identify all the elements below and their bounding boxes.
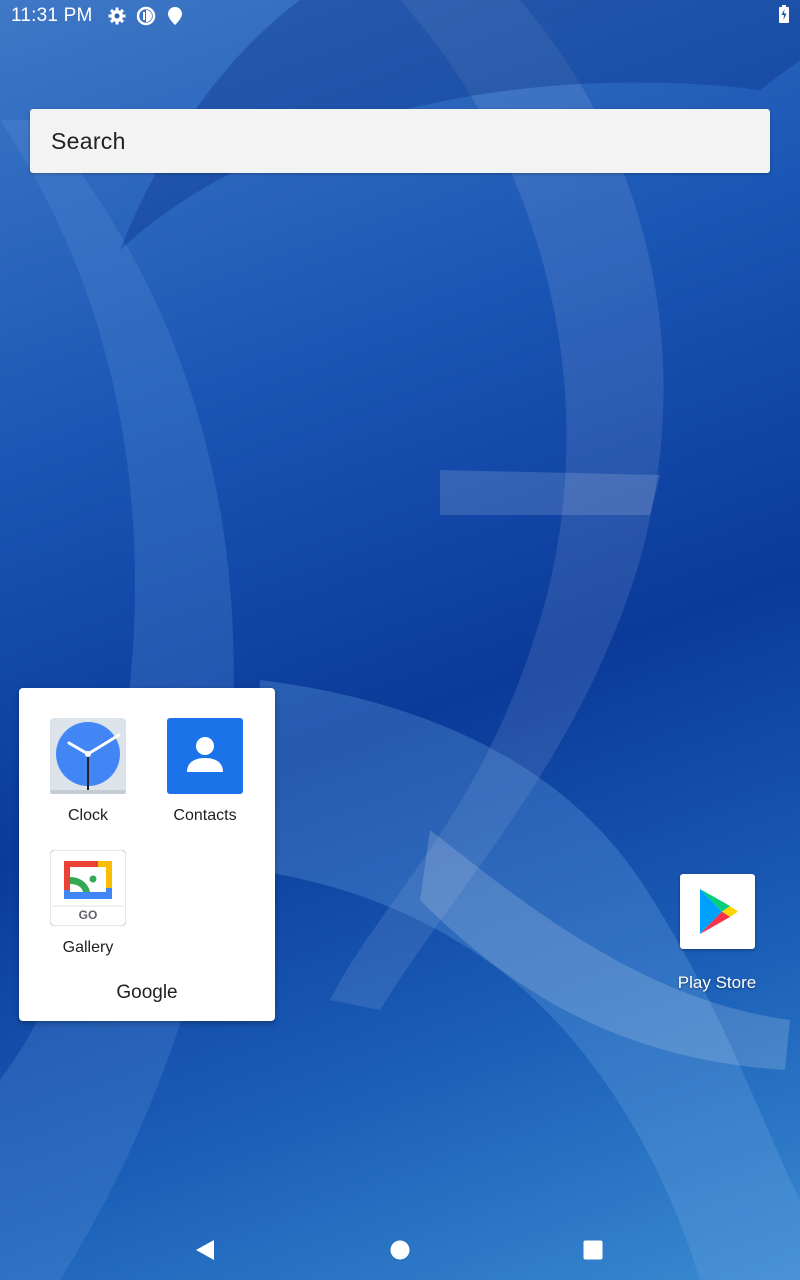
gallery-app[interactable]: GO Gallery [33, 850, 143, 970]
navigation-bar [0, 1220, 800, 1280]
play-store-tile [680, 874, 755, 949]
gallery-go-badge: GO [79, 908, 98, 922]
clock-icon [50, 718, 126, 794]
status-bar: 11:31 PM [0, 0, 800, 32]
data-saver-icon [136, 6, 156, 26]
clock-label: Clock [67, 807, 108, 824]
home-icon[interactable] [382, 1232, 418, 1268]
contacts-icon [167, 718, 243, 794]
play-store-label: Play Store [677, 973, 757, 992]
gallery-label: Gallery [62, 939, 114, 956]
contacts-app[interactable]: Contacts [150, 718, 260, 838]
wallpaper [0, 0, 800, 1280]
gear-icon [108, 7, 126, 25]
battery-charging-icon [779, 5, 789, 23]
gallery-go-icon: GO [50, 850, 126, 926]
back-icon[interactable] [186, 1232, 222, 1268]
clock-app[interactable]: Clock [33, 718, 143, 838]
play-store-app[interactable]: Play Store [662, 874, 772, 999]
folder-name[interactable]: Google [19, 982, 275, 1004]
google-folder: Clock Contacts GO Gallery Google [19, 688, 275, 1021]
contacts-label: Contacts [173, 807, 237, 824]
search-input[interactable]: Search [51, 128, 126, 155]
home-screen: 11:31 PM Search Clock Contacts GO Galler… [0, 0, 800, 1280]
search-bar[interactable]: Search [30, 109, 770, 173]
location-icon [168, 7, 182, 25]
play-store-icon [700, 889, 738, 934]
status-time: 11:31 PM [11, 5, 93, 26]
recents-icon[interactable] [575, 1232, 611, 1268]
